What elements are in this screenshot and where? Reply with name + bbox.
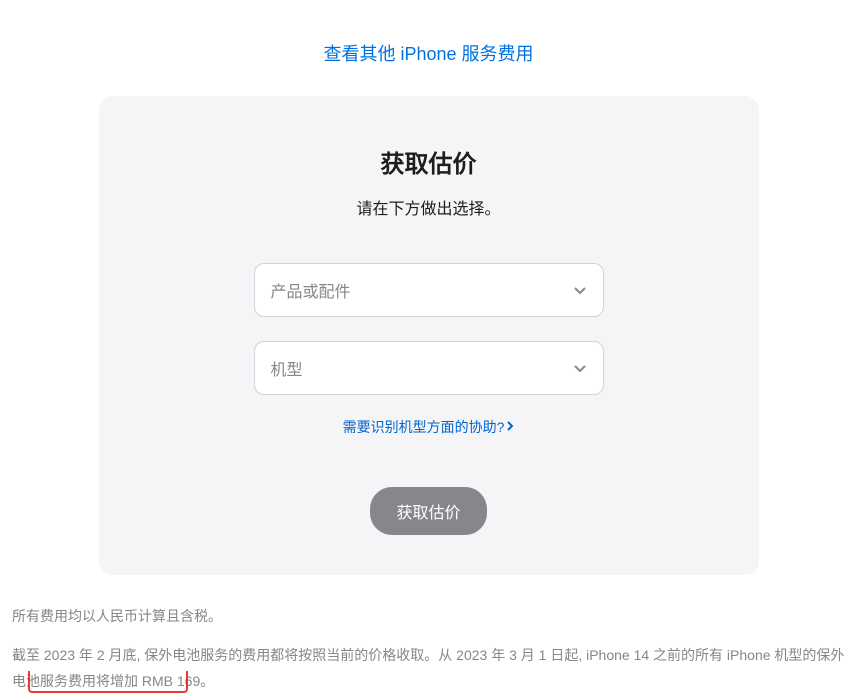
card-subtitle: 请在下方做出选择。 xyxy=(139,195,719,219)
footer-note-tax: 所有费用均以人民币计算且含税。 xyxy=(12,603,845,630)
top-link-wrap: 查看其他 iPhone 服务费用 xyxy=(10,0,847,96)
footer-notes: 所有费用均以人民币计算且含税。 截至 2023 年 2 月底, 保外电池服务的费… xyxy=(10,575,847,695)
model-select-wrap: 机型 xyxy=(254,341,604,395)
product-select[interactable]: 产品或配件 xyxy=(254,263,604,317)
help-link-label: 需要识别机型方面的协助? xyxy=(343,417,505,437)
card-title: 获取估价 xyxy=(139,144,719,179)
chevron-down-icon xyxy=(573,283,587,297)
chevron-down-icon xyxy=(573,361,587,375)
product-select-wrap: 产品或配件 xyxy=(254,263,604,317)
footer-note-price-increase: 截至 2023 年 2 月底, 保外电池服务的费用都将按照当前的价格收取。从 2… xyxy=(12,642,845,695)
view-other-fees-link[interactable]: 查看其他 iPhone 服务费用 xyxy=(323,44,533,64)
estimate-card: 获取估价 请在下方做出选择。 产品或配件 机型 需要识别机型方面的协助? xyxy=(99,96,759,575)
identify-model-help-link[interactable]: 需要识别机型方面的协助? xyxy=(343,417,515,437)
model-select-placeholder: 机型 xyxy=(271,356,303,380)
product-select-placeholder: 产品或配件 xyxy=(271,278,351,302)
chevron-right-icon xyxy=(506,419,514,435)
model-select[interactable]: 机型 xyxy=(254,341,604,395)
get-estimate-button[interactable]: 获取估价 xyxy=(370,487,486,535)
